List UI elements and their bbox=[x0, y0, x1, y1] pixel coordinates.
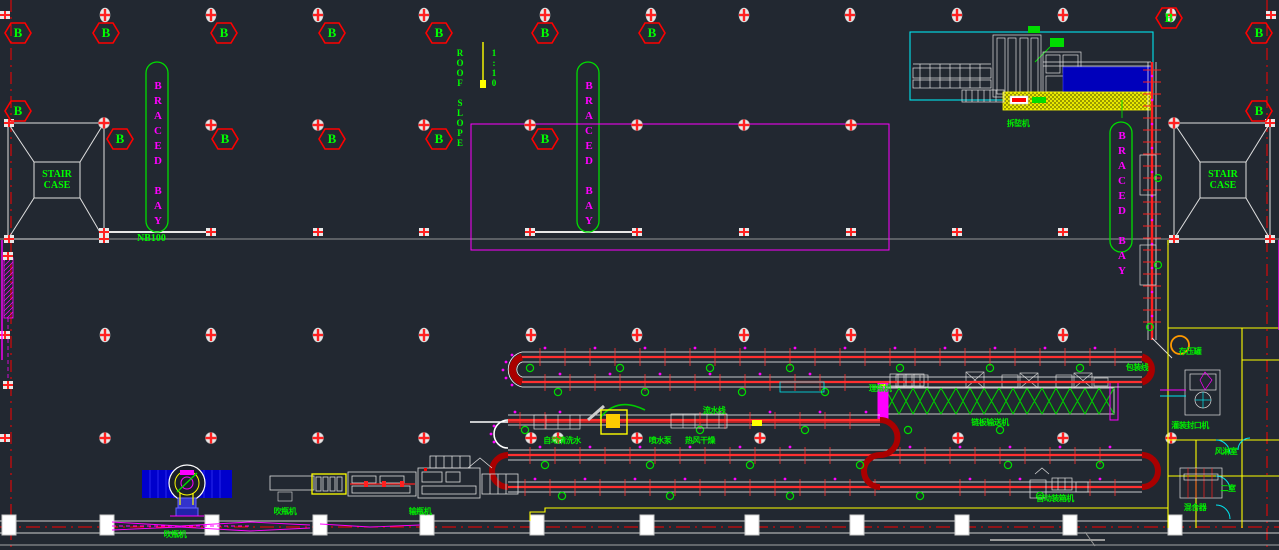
grid-bubble[interactable]: B bbox=[1155, 6, 1183, 30]
eq-truss-conv: 链板输送机 bbox=[971, 418, 1009, 427]
grid-bubble[interactable]: B bbox=[318, 21, 346, 45]
roof-slope-label: ROOF SLOPE bbox=[455, 48, 465, 148]
bottle-blowing-machine bbox=[142, 464, 232, 517]
eq-pack: 自动装箱机 bbox=[1036, 494, 1074, 503]
grid-bubble[interactable]: B bbox=[1245, 21, 1273, 45]
eq-right-top: 包装线 bbox=[1125, 363, 1149, 372]
bottom-machinery-row bbox=[269, 455, 519, 502]
eq-bottom-mid: 输瓶机 bbox=[408, 507, 432, 516]
eq-center-wash: 自动清洗水 bbox=[543, 436, 581, 445]
grid-bubble[interactable]: B bbox=[531, 21, 559, 45]
cad-drawing-canvas[interactable]: BRACED BAY BRACED BAY BRACED BAY ROOF SL… bbox=[0, 0, 1279, 550]
eq-second-floor: 二室 bbox=[1220, 484, 1237, 493]
grid-bubble[interactable]: B bbox=[4, 21, 32, 45]
mixer-machine bbox=[1179, 467, 1223, 499]
eq-bottom-left2: 吹瓶机 bbox=[273, 507, 297, 516]
eq-feeder: 理瓶机 bbox=[868, 384, 892, 393]
conveyor-system-main bbox=[470, 346, 1161, 501]
grid-bubble[interactable]: B bbox=[1245, 99, 1273, 123]
cad-vector-layer bbox=[0, 0, 1279, 550]
eq-bottom-left: 吹瓶机 bbox=[163, 530, 187, 539]
top-right-machine bbox=[909, 26, 1154, 118]
grid-bubble[interactable]: B bbox=[211, 127, 239, 151]
eq-pressure-tank: 存压罐 bbox=[1178, 347, 1202, 356]
filling-machine bbox=[1160, 369, 1221, 416]
eq-spray: 喷水泵 bbox=[648, 436, 672, 445]
grid-bubble[interactable]: B bbox=[210, 21, 238, 45]
eq-air-room: 风淋室 bbox=[1214, 447, 1238, 456]
eq-mixer: 混合器 bbox=[1183, 503, 1207, 512]
vertical-conveyor-right bbox=[1139, 62, 1173, 359]
braced-bay-label-mid: BRACED BAY bbox=[583, 80, 595, 230]
beam-tag-nb100: NB100 bbox=[137, 233, 166, 244]
stair-case-label-left: STAIR CASE bbox=[42, 169, 72, 191]
bottle-feeder bbox=[889, 373, 925, 387]
roof-slope-ratio: 1:10 bbox=[489, 48, 499, 88]
roof-slope-arrow bbox=[480, 42, 486, 88]
eq-dryer: 热风干燥 bbox=[685, 436, 716, 445]
grid-bubble[interactable]: B bbox=[318, 127, 346, 151]
braced-bay-label-right: BRACED BAY bbox=[1116, 130, 1128, 280]
grid-bubble[interactable]: B bbox=[425, 21, 453, 45]
eq-filler: 灌装封口机 bbox=[1171, 421, 1209, 430]
grid-bubble[interactable]: B bbox=[531, 127, 559, 151]
grid-bubble[interactable]: B bbox=[4, 99, 32, 123]
auto-wash-machine bbox=[533, 381, 825, 435]
eq-top-machine: 拆埅机 bbox=[1006, 119, 1030, 128]
grid-bubble[interactable]: B bbox=[106, 127, 134, 151]
eq-ship-line: 流水线 bbox=[702, 406, 726, 415]
grid-bubble[interactable]: B bbox=[92, 21, 120, 45]
grid-bubble[interactable]: B bbox=[638, 21, 666, 45]
stair-case-label-right: STAIR CASE bbox=[1208, 169, 1238, 191]
braced-bay-label-left: BRACED BAY bbox=[152, 80, 164, 230]
grid-bubble[interactable]: B bbox=[425, 127, 453, 151]
